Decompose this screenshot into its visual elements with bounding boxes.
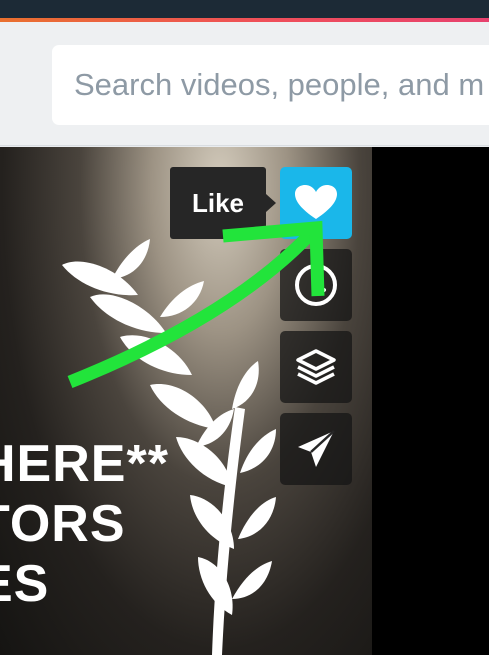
paper-plane-icon: [298, 430, 335, 467]
title-line: ES: [0, 555, 50, 613]
like-tooltip: Like: [170, 167, 266, 239]
screen: HERE** TORS ES Like: [0, 0, 489, 655]
watch-later-button[interactable]: [280, 249, 352, 321]
search-input[interactable]: [52, 45, 489, 125]
heart-icon: [295, 185, 337, 219]
video-letterbox: [372, 147, 489, 655]
tooltip-pointer: [266, 194, 276, 212]
like-button[interactable]: [280, 167, 352, 239]
share-button[interactable]: [280, 413, 352, 485]
clock-icon: [295, 264, 337, 306]
title-line: HERE**: [0, 435, 169, 493]
header: [0, 22, 489, 146]
collections-button[interactable]: [280, 331, 352, 403]
top-navigation-bar: [0, 0, 489, 20]
layers-icon: [296, 349, 336, 385]
video-title-text: HERE** TORS ES: [0, 434, 218, 614]
title-line: TORS: [0, 495, 126, 553]
